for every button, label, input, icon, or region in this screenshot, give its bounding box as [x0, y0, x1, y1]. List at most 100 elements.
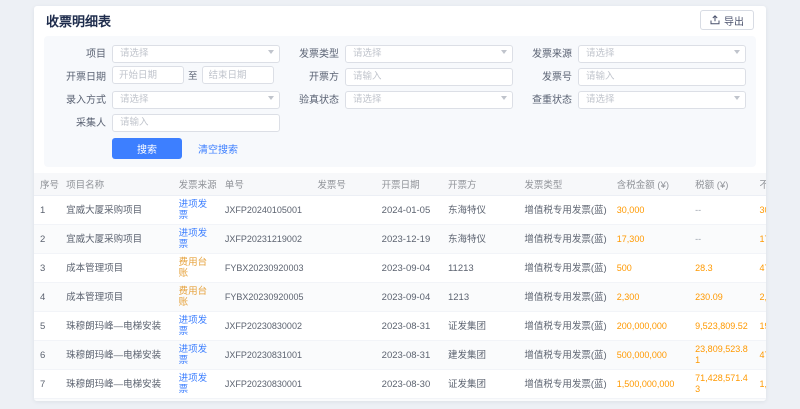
invoice-no-input[interactable]: [578, 68, 746, 86]
cell-net: 476,190,476.19: [753, 341, 766, 370]
invoice-source-link[interactable]: 进项发票: [179, 373, 208, 395]
tax-value: --: [695, 234, 749, 245]
issuer-input[interactable]: [345, 68, 513, 86]
filter-entry-method: 录入方式: [54, 89, 280, 107]
invoice-detail-panel: 收票明细表 导出 项目 发票类型: [34, 6, 766, 401]
cell-tax: 23,809,523.81: [689, 399, 753, 402]
cell-issuer: 证发集团: [442, 312, 518, 341]
cell-project: 成本管理项目: [60, 254, 173, 283]
verify-status-label: 验真状态: [287, 91, 339, 106]
export-button[interactable]: 导出: [700, 10, 754, 30]
invoice-source-select-input[interactable]: [578, 45, 746, 63]
cell-type: 增值税专用发票(蓝): [518, 196, 610, 225]
cell-amount: 2,300: [611, 283, 689, 312]
chevron-down-icon: [268, 50, 274, 54]
end-date-input[interactable]: [202, 66, 274, 84]
cell-amount: 1,500,000,000: [611, 370, 689, 399]
cell-issuer: 建发集团: [442, 341, 518, 370]
invoice-source-link[interactable]: 进项发票: [179, 199, 208, 221]
duplicate-status-select-input[interactable]: [578, 91, 746, 109]
invoice-source-link[interactable]: 进项发票: [179, 315, 208, 337]
cell-invoice-no: [311, 370, 375, 399]
cell-invoice-no: [311, 225, 375, 254]
start-date-input[interactable]: [112, 66, 184, 84]
filter-row-1: 项目 发票类型 发票来源: [54, 43, 746, 61]
invoice-date-label: 开票日期: [54, 68, 106, 83]
cell-net: 2,069.91: [753, 283, 766, 312]
filter-duplicate-status: 查重状态: [520, 89, 746, 107]
cell-source: 进项发票: [173, 312, 219, 341]
filter-verify-status: 验真状态: [287, 89, 513, 107]
filter-invoice-source: 发票来源: [520, 43, 746, 61]
cell-seq: 2: [34, 225, 60, 254]
cell-source: 进项发票: [173, 399, 219, 402]
table-row: 6 珠穆朗玛峰—电梯安装 进项发票 JXFP20230831001 2023-0…: [34, 341, 766, 370]
cell-seq: 6: [34, 341, 60, 370]
invoice-type-label: 发票类型: [287, 45, 339, 60]
cell-order-no: JXFP20230830002: [219, 312, 311, 341]
cell-tax: 230.09: [689, 283, 753, 312]
project-select[interactable]: [112, 43, 280, 61]
cell-net: 471.7: [753, 254, 766, 283]
column-header-type: 发票类型: [518, 173, 610, 196]
cell-type: 增值税专用发票(蓝): [518, 283, 610, 312]
invoice-source-select[interactable]: [578, 43, 746, 61]
column-header-seq: 序号: [34, 173, 60, 196]
cell-invoice-no: [311, 312, 375, 341]
verify-status-select[interactable]: [345, 89, 513, 107]
column-header-issuer: 开票方: [442, 173, 518, 196]
panel-header: 收票明细表 导出: [34, 6, 766, 34]
invoice-type-select[interactable]: [345, 43, 513, 61]
cell-date: 2023-12-19: [376, 225, 442, 254]
clear-search-link[interactable]: 清空搜索: [198, 141, 238, 156]
filter-issuer: 开票方: [287, 66, 513, 84]
cell-invoice-no: [311, 399, 375, 402]
cell-tax: --: [689, 225, 753, 254]
filter-row-2: 开票日期 至 开票方 发票号: [54, 66, 746, 84]
collector-input[interactable]: [112, 114, 280, 132]
date-range-separator: 至: [188, 68, 198, 82]
project-select-input[interactable]: [112, 45, 280, 63]
invoice-source-link[interactable]: 进项发票: [179, 228, 208, 250]
cell-project: 宜威大厦采购项目: [60, 225, 173, 254]
duplicate-status-label: 查重状态: [520, 91, 572, 106]
column-header-source: 发票来源: [173, 173, 219, 196]
cell-amount: 500,000,000: [611, 341, 689, 370]
table-row: 8 珠穆朗玛峰—电梯安装 进项发票 JXFP20230830003 2023-0…: [34, 399, 766, 402]
cell-tax: 23,809,523.81: [689, 341, 753, 370]
cell-project: 珠穆朗玛峰—电梯安装: [60, 341, 173, 370]
cell-seq: 5: [34, 312, 60, 341]
tax-value: 28.3: [695, 263, 749, 274]
cell-issuer: 1213: [442, 283, 518, 312]
cell-date: 2024-01-05: [376, 196, 442, 225]
filter-row-3: 录入方式 验真状态 查重状态: [54, 89, 746, 107]
table-row: 7 珠穆朗玛峰—电梯安装 进项发票 JXFP20230830001 2023-0…: [34, 370, 766, 399]
cell-order-no: JXFP20231219002: [219, 225, 311, 254]
cell-net: 1,428,571,428.57: [753, 370, 766, 399]
cell-type: 增值税专用发票(蓝): [518, 254, 610, 283]
cell-date: 2023-08-30: [376, 370, 442, 399]
cell-net: 476,190,476.19: [753, 399, 766, 402]
export-label: 导出: [724, 13, 744, 28]
cell-invoice-no: [311, 196, 375, 225]
entry-method-select-input[interactable]: [112, 91, 280, 109]
cell-amount: 500: [611, 254, 689, 283]
filter-collector: 采集人: [54, 112, 280, 130]
verify-status-select-input[interactable]: [345, 91, 513, 109]
invoice-source-link[interactable]: 费用台账: [179, 286, 208, 308]
table-header-row: 序号 项目名称 发票来源 单号 发票号 开票日期 开票方 发票类型 含税金额 (…: [34, 173, 766, 196]
cell-date: 2023-08-31: [376, 312, 442, 341]
cell-tax: 71,428,571.43: [689, 370, 753, 399]
invoice-type-select-input[interactable]: [345, 45, 513, 63]
duplicate-status-select[interactable]: [578, 89, 746, 107]
cell-project: 成本管理项目: [60, 283, 173, 312]
search-button[interactable]: 搜索: [112, 138, 182, 159]
cell-order-no: FYBX20230920005: [219, 283, 311, 312]
invoice-source-link[interactable]: 进项发票: [179, 344, 208, 366]
cell-type: 增值税专用发票(蓝): [518, 312, 610, 341]
cell-date: 2023-09-04: [376, 283, 442, 312]
cell-amount: 200,000,000: [611, 312, 689, 341]
entry-method-select[interactable]: [112, 89, 280, 107]
invoice-source-link[interactable]: 费用台账: [179, 257, 208, 279]
column-header-net: 不含税金额 (¥): [753, 173, 766, 196]
